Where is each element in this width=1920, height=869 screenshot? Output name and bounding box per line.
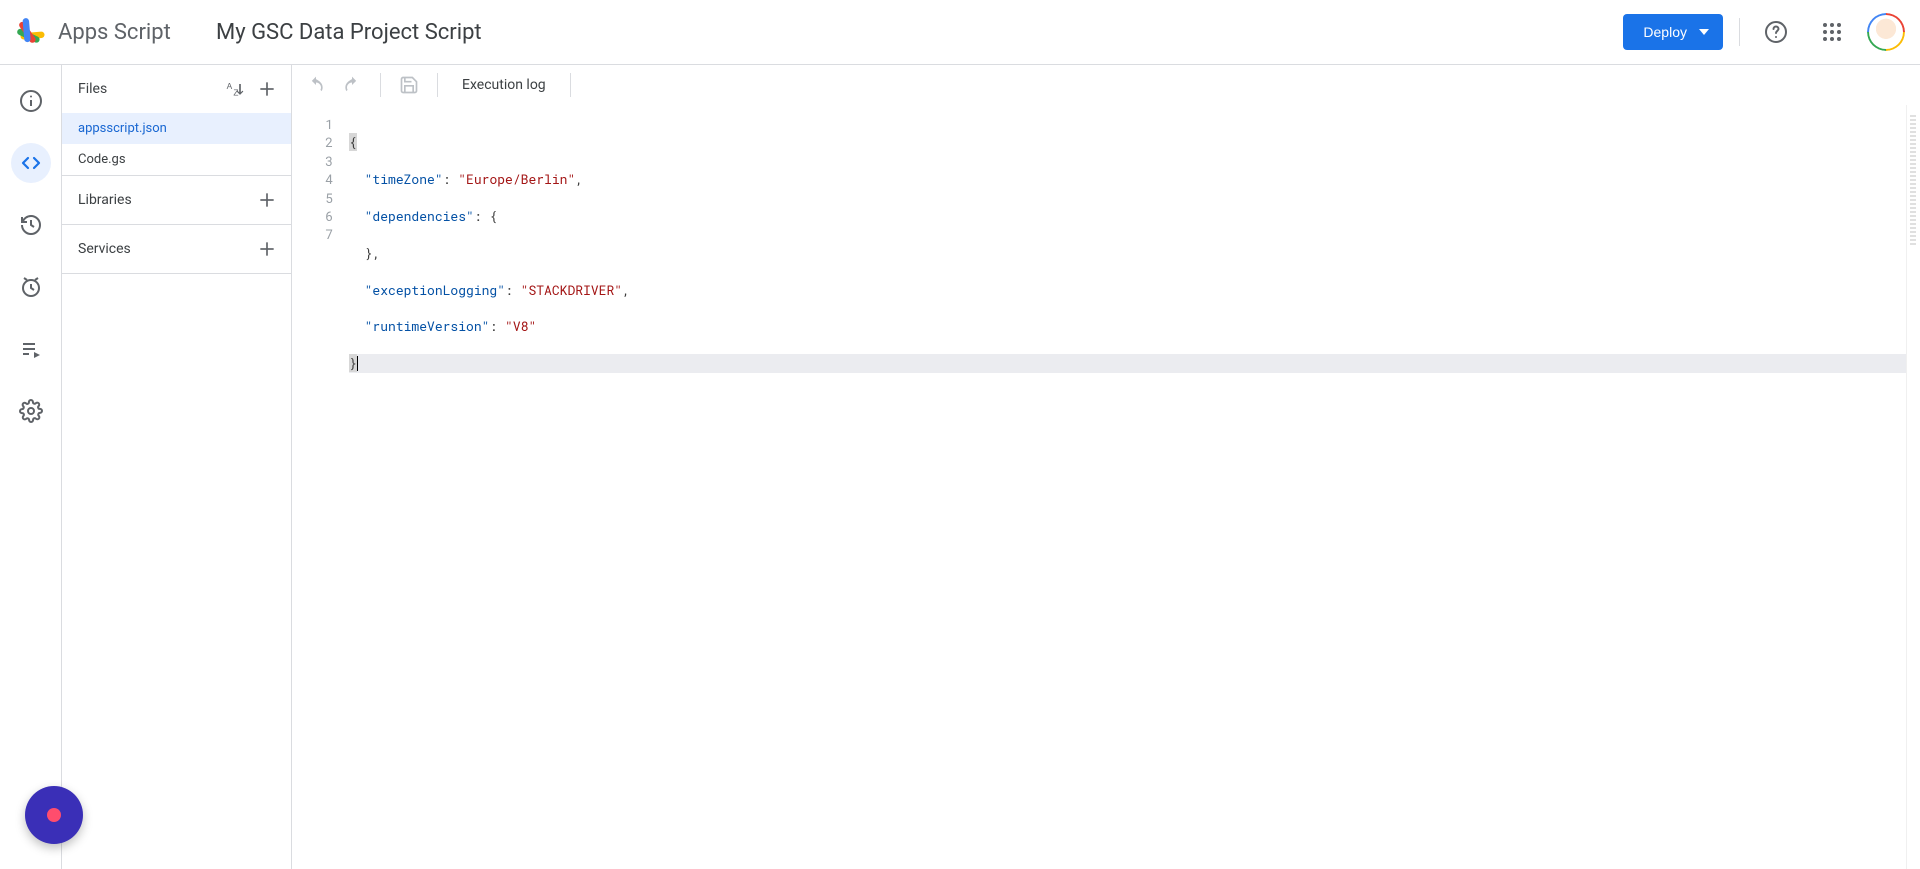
code-content[interactable]: { "timeZone": "Europe/Berlin", "dependen… <box>347 105 1906 869</box>
editor-toolbar: Execution log <box>292 65 1920 105</box>
cursor <box>357 356 358 371</box>
help-button[interactable] <box>1756 12 1796 52</box>
plus-icon <box>257 79 277 99</box>
plus-icon <box>257 190 277 210</box>
save-button[interactable] <box>393 69 425 101</box>
tok: : <box>474 207 490 225</box>
account-avatar[interactable] <box>1868 14 1904 50</box>
line-gutter: 1 2 3 4 5 6 7 <box>292 105 347 869</box>
nav-settings[interactable] <box>11 391 51 431</box>
record-fab[interactable] <box>25 786 83 844</box>
divider <box>380 73 381 97</box>
line-number: 6 <box>292 207 333 225</box>
editor-area: Execution log 1 2 3 4 5 6 7 { "timeZone"… <box>292 65 1920 869</box>
nav-overview[interactable] <box>11 81 51 121</box>
add-file-button[interactable] <box>251 73 283 105</box>
project-title[interactable]: My GSC Data Project Script <box>216 20 1623 45</box>
line-number: 4 <box>292 170 333 188</box>
playlist-icon <box>19 337 43 361</box>
tok: "STACKDRIVER" <box>521 281 622 299</box>
sort-az-icon: AZ <box>225 79 245 99</box>
file-code-gs[interactable]: Code.gs <box>62 144 291 175</box>
svg-text:Z: Z <box>233 88 238 98</box>
tok: : <box>505 281 521 299</box>
tok: : <box>489 317 505 335</box>
tok: "V8" <box>505 317 536 335</box>
tok: } <box>349 354 357 372</box>
sort-files-button[interactable]: AZ <box>219 73 251 105</box>
execution-log-button[interactable]: Execution log <box>450 77 558 93</box>
gear-icon <box>19 399 43 423</box>
svg-text:A: A <box>227 81 233 91</box>
libraries-header: Libraries <box>62 176 291 224</box>
nav-history[interactable] <box>11 205 51 245</box>
clock-icon <box>19 275 43 299</box>
undo-icon <box>306 75 326 95</box>
line-number: 1 <box>292 115 333 133</box>
apps-grid-icon <box>1822 22 1842 42</box>
tok: }, <box>365 244 381 262</box>
tok: "dependencies" <box>365 207 474 225</box>
line-number: 2 <box>292 133 333 151</box>
minimap[interactable] <box>1906 105 1920 869</box>
nav-executions[interactable] <box>11 329 51 369</box>
undo-button[interactable] <box>300 69 332 101</box>
libraries-title: Libraries <box>78 192 132 208</box>
nav-editor[interactable] <box>11 143 51 183</box>
files-title: Files <box>78 81 107 97</box>
dropdown-icon <box>1699 29 1709 35</box>
add-service-button[interactable] <box>251 233 283 265</box>
files-panel: Files AZ appsscript.json Code.gs Librari… <box>61 65 292 869</box>
divider <box>1739 18 1740 46</box>
line-number: 7 <box>292 225 333 243</box>
save-icon <box>399 75 419 95</box>
tok: , <box>622 281 630 299</box>
tok: "exceptionLogging" <box>365 281 505 299</box>
nav-triggers[interactable] <box>11 267 51 307</box>
deploy-button[interactable]: Deploy <box>1623 14 1723 50</box>
files-header: Files AZ <box>62 65 291 113</box>
file-appsscript-json[interactable]: appsscript.json <box>62 113 291 144</box>
help-icon <box>1764 20 1788 44</box>
record-dot-icon <box>47 808 61 822</box>
redo-button[interactable] <box>336 69 368 101</box>
plus-icon <box>257 239 277 259</box>
nav-rail <box>0 65 61 869</box>
tok: "runtimeVersion" <box>365 317 490 335</box>
line-number: 5 <box>292 189 333 207</box>
apps-script-logo-icon <box>16 15 50 49</box>
add-library-button[interactable] <box>251 184 283 216</box>
redo-icon <box>342 75 362 95</box>
tok: , <box>575 170 583 188</box>
tok: : <box>443 170 459 188</box>
apps-button[interactable] <box>1812 12 1852 52</box>
services-header: Services <box>62 225 291 273</box>
divider <box>570 73 571 97</box>
deploy-label: Deploy <box>1643 24 1687 40</box>
line-number: 3 <box>292 152 333 170</box>
tok: "Europe/Berlin" <box>458 170 575 188</box>
product-name: Apps Script <box>58 20 171 45</box>
tok: { <box>349 133 357 151</box>
divider <box>437 73 438 97</box>
code-editor[interactable]: 1 2 3 4 5 6 7 { "timeZone": "Europe/Berl… <box>292 105 1920 869</box>
code-icon <box>19 151 43 175</box>
info-icon <box>19 89 43 113</box>
history-icon <box>19 213 43 237</box>
tok: { <box>489 207 497 225</box>
services-title: Services <box>78 241 131 257</box>
logo-wrap: Apps Script <box>16 15 196 49</box>
header-right: Deploy <box>1623 12 1904 52</box>
header: Apps Script My GSC Data Project Script D… <box>0 0 1920 65</box>
tok: "timeZone" <box>365 170 443 188</box>
